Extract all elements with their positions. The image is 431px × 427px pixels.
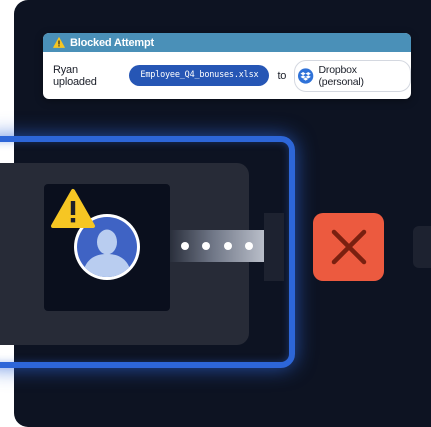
progress-dot [180,242,189,250]
destination-edge [413,226,431,268]
progress-dot [223,242,232,250]
warning-icon-large [51,189,95,228]
file-name-pill[interactable]: Employee_Q4_bonuses.xlsx [129,65,270,86]
alert-title: Blocked Attempt [70,36,154,49]
alert-body: Ryan uploaded Employee_Q4_bonuses.xlsx t… [43,52,411,99]
connector-block [264,213,284,281]
alert-header: Blocked Attempt [43,33,411,52]
destination-pill[interactable]: Dropbox (personal) [294,59,411,92]
progress-dot [245,242,254,250]
blocked-indicator [313,213,384,281]
blocked-attempt-alert: Blocked Attempt Ryan uploaded Employee_Q… [43,33,411,99]
user-action-text: Ryan uploaded [53,63,97,88]
to-text: to [277,69,287,82]
warning-icon [53,37,65,48]
destination-label: Dropbox (personal) [318,63,364,88]
dropbox-icon [298,67,314,84]
transfer-progress-dots [170,230,264,262]
close-x-icon [331,229,366,265]
progress-dot [202,242,211,250]
